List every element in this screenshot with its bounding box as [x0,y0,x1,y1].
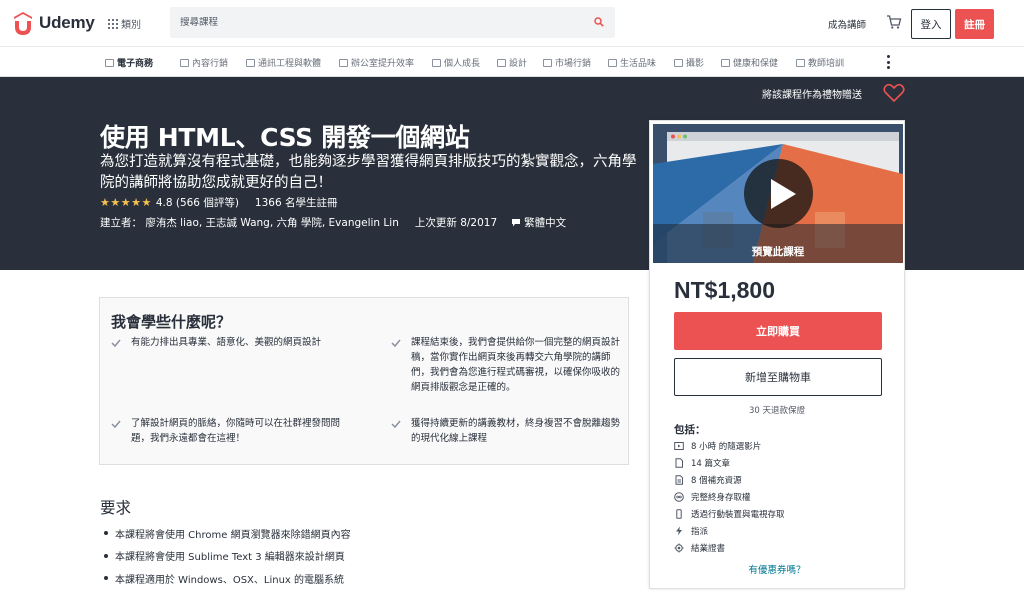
camera-icon [674,58,683,67]
category-item-telecom-software[interactable]: 通訊工程與軟體 [246,56,321,69]
mobile-icon [676,508,682,519]
heart-icon[interactable] [883,83,905,103]
more-vertical-icon[interactable] [887,55,891,69]
office-icon [339,58,348,67]
category-item-lifestyle[interactable]: 生活品味 [608,56,656,69]
bullet-icon [104,553,108,558]
rating-value: 4.8 (566 個評等) [155,197,239,209]
requirement-item: 本課程將會使用 Chrome 網頁瀏覽器來除錯網頁內容 [104,522,351,545]
purchase-card: 預覽此課程 NT$1,800 立即購買 新增至購物車 30 天退款保證 包括： … [649,120,905,589]
video-icon [674,441,684,450]
add-to-cart-button[interactable]: 新增至購物車 [674,358,882,396]
become-instructor-link[interactable]: 成為講師 [828,17,866,31]
include-item: 8 個補充資源 [674,471,785,488]
learn-title: 我會學些什麼呢？ [111,313,232,331]
include-item: 8 小時 的隨選影片 [674,437,785,454]
coupon-link[interactable]: 有優惠券嗎？ [650,562,904,576]
buy-now-button[interactable]: 立即購買 [674,312,882,350]
play-icon [771,179,796,209]
categories-button[interactable]: 類別 [108,16,141,31]
include-item: 指派 [674,522,785,539]
search-input[interactable] [180,17,580,28]
category-item-health[interactable]: 健康和保健 [721,56,778,69]
category-item-content-marketing[interactable]: 內容行銷 [180,56,228,69]
lightning-icon [676,526,682,535]
content-icon [180,58,189,67]
course-preview-video[interactable]: 預覽此課程 [653,124,903,263]
check-icon [391,420,401,429]
category-item-marketing[interactable]: 市場行銷 [543,56,591,69]
grid-icon [108,18,118,29]
check-icon [391,339,401,348]
resource-icon [675,474,683,485]
monitor-icon [246,58,255,67]
categories-label: 類別 [121,20,141,31]
requirements-list: 本課程將會使用 Chrome 網頁瀏覽器來除錯網頁內容 本課程將會使用 Subl… [104,522,351,590]
teaching-icon [796,58,805,67]
logo-text: Udemy [39,13,95,32]
top-header: Udemy 類別 成為講師 登入 註冊 [0,0,1024,46]
learn-item: 有能力排出具專業、語意化、美觀的網頁設計 [131,337,322,348]
marketing-icon [543,58,552,67]
preview-label: 預覽此課程 [751,246,805,258]
search-bar [170,7,615,38]
what-you-will-learn: 我會學些什麼呢？ 有能力排出具專業、語意化、美觀的網頁設計 課程結束後，我們會提… [99,297,629,465]
certificate-icon [674,543,684,552]
check-icon [111,339,121,348]
check-icon [111,420,121,429]
include-item: 透過行動裝置與電視存取 [674,505,785,522]
rating-row: ★★★★★ 4.8 (566 個評等) 1366 名學生註冊 [100,195,337,210]
include-item: 結業證書 [674,539,785,556]
login-button[interactable]: 登入 [911,9,951,39]
instructors: 建立者： 廖洧杰 liao, 王志誠 Wang, 六角 學院, Evangeli… [100,217,399,229]
requirement-item: 本課程將會使用 Sublime Text 3 編輯器來設計網頁 [104,545,351,568]
category-nav-bar: 電子商務 內容行銷 通訊工程與軟體 辦公室提升效率 個人成長 設計 市場行銷 生… [0,46,1024,77]
last-updated: 上次更新 8/2017 [414,217,498,229]
infinity-icon [674,491,684,502]
course-price: NT$1,800 [674,277,776,303]
requirement-item: 本課程適用於 Windows、OSX、Linux 的電腦系統 [104,567,351,590]
includes-title: 包括： [674,424,706,436]
gift-course-link[interactable]: 將該課程作為禮物贈送 [762,86,862,101]
udemy-logo[interactable]: Udemy [10,10,95,36]
bullet-icon [104,576,108,581]
udemy-logo-icon [14,12,32,35]
lifestyle-icon [608,58,617,67]
category-item-personal-growth[interactable]: 個人成長 [432,56,480,69]
signup-button[interactable]: 註冊 [955,9,994,39]
category-item-office-productivity[interactable]: 辦公室提升效率 [339,56,414,69]
category-item-design[interactable]: 設計 [497,56,527,69]
ecommerce-icon [105,58,114,67]
include-item: 完整終身存取權 [674,488,785,505]
student-count: 1366 名學生註冊 [254,197,338,209]
article-icon [675,457,683,468]
requirements-title: 要求 [100,499,132,517]
course-title: 使用 HTML、CSS 開發一個網站 [100,123,470,152]
book-icon [432,58,441,67]
speech-bubble-icon [512,219,521,227]
design-icon [497,58,506,67]
course-subtitle: 為您打造就算沒有程式基礎，也能夠逐步學習獲得網頁排版技巧的紮實觀念，六角學院的講… [100,154,637,191]
rating-stars: ★★★★★ [100,196,152,209]
health-icon [721,58,730,67]
meta-row: 建立者： 廖洧杰 liao, 王志誠 Wang, 六角 學院, Evangeli… [100,215,566,230]
learn-item: 了解設計網頁的脈絡，你隨時可以在社群裡發問問題，我們永遠都會在這裡！ [131,418,341,444]
shopping-cart-icon[interactable] [886,14,902,30]
category-item-ecommerce[interactable]: 電子商務 [105,56,153,69]
includes-list: 8 小時 的隨選影片 14 篇文章 8 個補充資源 完整終身存取權 透過行動裝置… [674,437,785,556]
learn-item: 課程結束後，我們會提供給你一個完整的網頁設計稿，當你實作出網頁來後再轉交六角學院… [411,337,621,393]
include-item: 14 篇文章 [674,454,785,471]
money-back-guarantee: 30 天退款保證 [748,406,806,416]
category-item-teacher-training[interactable]: 教師培訓 [796,56,844,69]
learn-item: 獲得持續更新的講義教材，終身複習不會脫離趨勢的現代化線上課程 [411,418,621,444]
bullet-icon [104,531,108,536]
language: 繁體中文 [511,215,566,230]
search-icon[interactable] [594,17,604,27]
language-label: 繁體中文 [524,217,567,229]
category-item-photography[interactable]: 攝影 [674,56,704,69]
